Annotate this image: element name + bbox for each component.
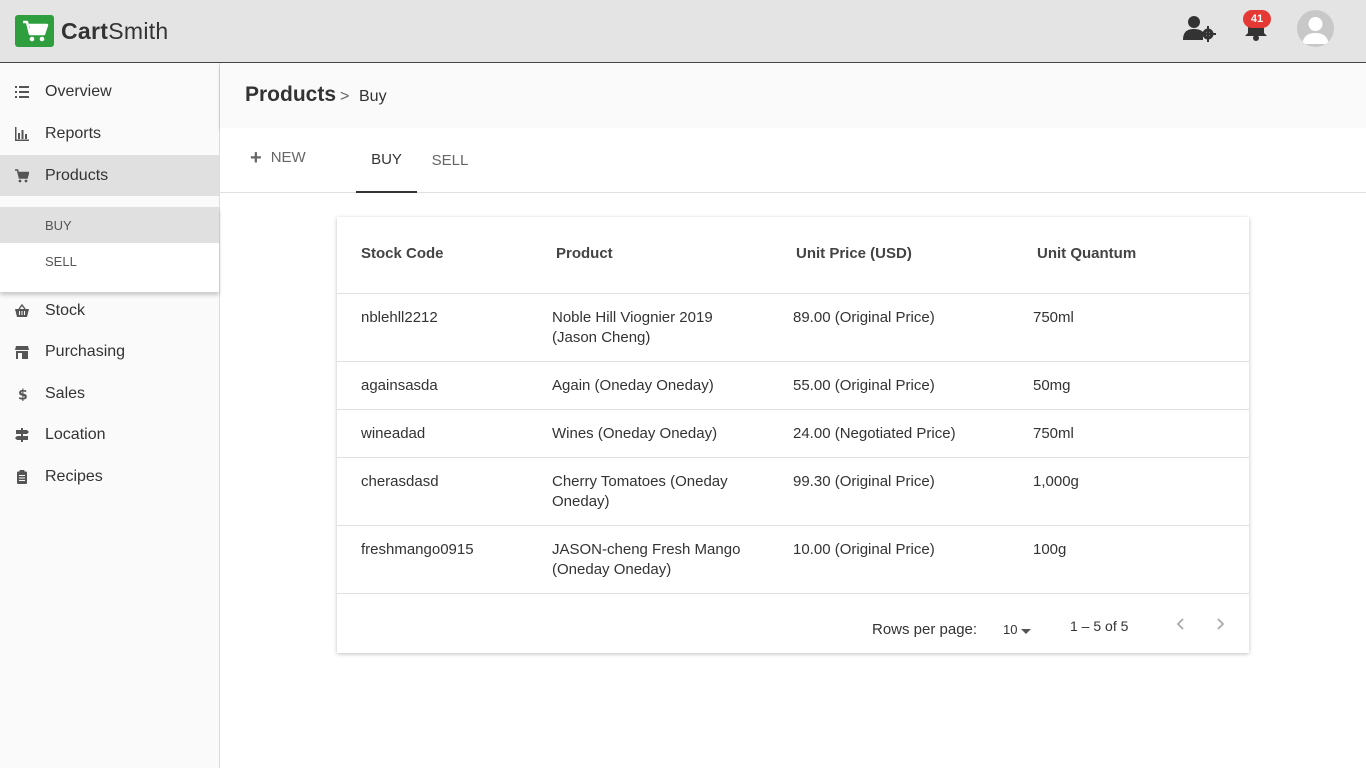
cell-stock-code: nblehll2212 (361, 309, 438, 326)
cart-logo-icon (15, 15, 54, 47)
cell-unit-quantum: 1,000g (1033, 473, 1079, 490)
sidebar-item-products[interactable]: Products (0, 155, 219, 196)
table-row[interactable]: againsasda Again (Oneday Oneday) 55.00 (… (337, 362, 1249, 410)
svg-text:$: $ (18, 387, 28, 401)
breadcrumb-current: Buy (359, 88, 387, 105)
user-settings-icon[interactable] (1183, 14, 1217, 42)
cell-product: Noble Hill Viognier 2019 (Jason Cheng) (552, 309, 713, 346)
sidebar-item-label: Sales (45, 384, 86, 402)
cell-unit-price: 55.00 (Original Price) (793, 377, 935, 394)
chevron-right-icon[interactable] (1210, 614, 1230, 634)
cell-product: Wines (Oneday Oneday) (552, 425, 718, 442)
cell-unit-price: 89.00 (Original Price) (793, 309, 935, 326)
products-table: Stock Code Product Unit Price (USD) Unit… (337, 217, 1249, 653)
submenu-item-buy[interactable]: BUY (0, 207, 219, 243)
cart-icon (15, 168, 29, 182)
sidebar-item-sales[interactable]: $ Sales (0, 373, 219, 414)
sidebar-item-label: Location (45, 425, 106, 443)
dollar-icon: $ (18, 387, 28, 401)
new-button[interactable]: + NEW (250, 146, 306, 169)
cell-unit-quantum: 750ml (1033, 309, 1074, 326)
signpost-icon (15, 427, 29, 442)
sidebar-item-stock[interactable]: Stock (0, 290, 219, 331)
breadcrumb-separator: > (340, 88, 350, 105)
breadcrumb-root[interactable]: Products (245, 83, 336, 107)
submenu-item-label: BUY (45, 217, 72, 233)
sidebar-item-label: Overview (45, 82, 112, 100)
sidebar-item-purchasing[interactable]: Purchasing (0, 331, 219, 372)
cell-unit-price: 99.30 (Original Price) (793, 473, 935, 490)
tab-label: BUY (371, 151, 402, 168)
breadcrumb: Products > Buy (220, 63, 1366, 128)
tab-label: SELL (431, 152, 469, 169)
cell-unit-quantum: 750ml (1033, 425, 1074, 442)
sidebar-item-label: Purchasing (45, 342, 126, 360)
cell-unit-quantum: 50mg (1033, 377, 1071, 394)
table-row[interactable]: freshmango0915 JASON-cheng Fresh Mango (… (337, 526, 1249, 594)
plus-icon: + (250, 146, 262, 169)
submenu-item-sell[interactable]: SELL (0, 243, 219, 279)
chevron-down-icon[interactable] (1021, 629, 1031, 634)
sidebar: Overview Reports Products BUY SELL Stock… (0, 63, 220, 768)
basket-icon (15, 303, 29, 317)
rows-per-page-label: Rows per page: (872, 621, 978, 638)
table-row[interactable]: nblehll2212 Noble Hill Viognier 2019 (Ja… (337, 294, 1249, 362)
app-name: CartSmith (61, 17, 169, 44)
list-icon (15, 85, 29, 98)
table-row[interactable]: cherasdasd Cherry Tomatoes (Oneday Oneda… (337, 458, 1249, 526)
sidebar-item-label: Reports (45, 124, 102, 142)
new-button-label: NEW (270, 149, 306, 166)
cell-stock-code: freshmango0915 (361, 541, 474, 558)
cell-product: Again (Oneday Oneday) (552, 377, 714, 394)
pagination-range: 1 – 5 of 5 (1070, 618, 1129, 634)
avatar[interactable] (1297, 10, 1334, 47)
cell-stock-code: cherasdasd (361, 473, 439, 490)
table-pagination: Rows per page: 10 1 – 5 of 5 (337, 594, 1249, 653)
table-row[interactable]: wineadad Wines (Oneday Oneday) 24.00 (Ne… (337, 410, 1249, 458)
sidebar-item-label: Products (45, 166, 109, 184)
cell-stock-code: againsasda (361, 377, 438, 394)
cell-stock-code: wineadad (361, 425, 426, 442)
tab-bar: + NEW BUY SELL (220, 128, 1366, 193)
column-header-unit-price[interactable]: Unit Price (USD) (796, 245, 912, 262)
sidebar-item-location[interactable]: Location (0, 414, 219, 455)
cell-product: JASON-cheng Fresh Mango (Oneday Oneday) (552, 541, 741, 578)
store-icon (15, 345, 29, 359)
bar-chart-icon (15, 126, 29, 141)
app-logo[interactable]: CartSmith (15, 15, 169, 47)
cell-product: Cherry Tomatoes (Oneday Oneday) (552, 473, 728, 510)
chevron-left-icon[interactable] (1171, 614, 1191, 634)
tab-sell[interactable]: SELL (424, 128, 476, 193)
clipboard-icon (17, 469, 27, 484)
cell-unit-quantum: 100g (1033, 541, 1067, 558)
sidebar-item-overview[interactable]: Overview (0, 71, 219, 112)
cell-unit-price: 10.00 (Original Price) (793, 541, 935, 558)
submenu-item-label: SELL (45, 253, 77, 269)
tab-buy[interactable]: BUY (356, 128, 417, 193)
rows-per-page-select[interactable]: 10 (1003, 622, 1017, 637)
sidebar-item-reports[interactable]: Reports (0, 113, 219, 154)
top-bar: CartSmith 41 (0, 0, 1366, 63)
products-submenu: BUY SELL (0, 207, 219, 292)
column-header-stock-code[interactable]: Stock Code (361, 245, 444, 262)
sidebar-item-recipes[interactable]: Recipes (0, 456, 219, 497)
sidebar-item-label: Stock (45, 301, 86, 319)
column-header-product[interactable]: Product (556, 245, 613, 262)
notification-badge: 41 (1243, 10, 1271, 28)
cell-unit-price: 24.00 (Negotiated Price) (793, 425, 956, 442)
column-header-unit-quantum[interactable]: Unit Quantum (1037, 245, 1136, 262)
sidebar-item-label: Recipes (45, 467, 103, 485)
